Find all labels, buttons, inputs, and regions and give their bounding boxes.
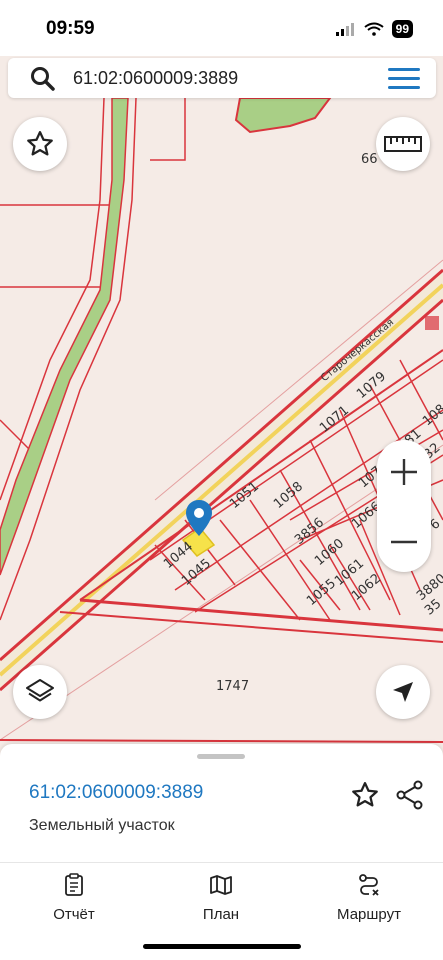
location-pin-icon[interactable] xyxy=(186,500,212,536)
parcel-info-sheet[interactable]: 61:02:0600009:3889 Земельный участок xyxy=(0,744,443,862)
zoom-in-button[interactable] xyxy=(377,442,431,502)
battery-indicator: 99 xyxy=(391,20,413,38)
route-icon xyxy=(359,874,379,896)
sheet-grabber[interactable] xyxy=(197,754,245,759)
my-location-button[interactable] xyxy=(376,665,430,719)
parcel-number[interactable]: 61:02:0600009:3889 xyxy=(29,782,203,804)
home-indicator[interactable] xyxy=(143,944,301,949)
report-icon xyxy=(65,873,83,896)
star-icon xyxy=(27,131,53,156)
parcel-type: Земельный участок xyxy=(29,817,175,834)
wifi-icon xyxy=(364,22,384,36)
map-icon xyxy=(210,875,232,895)
nav-report[interactable]: Отчёт xyxy=(14,873,134,923)
status-bar: 09:59 99 xyxy=(0,0,443,56)
nav-plan-label: План xyxy=(202,906,240,923)
layers-button[interactable] xyxy=(13,665,67,719)
zoom-out-button[interactable] xyxy=(377,512,431,572)
search-input[interactable]: 61:02:0600009:3889 xyxy=(73,68,238,89)
signal-icon xyxy=(335,23,354,36)
favorite-map-button[interactable] xyxy=(13,117,67,171)
map-canvas[interactable]: 66 1747 1079 1071 1051 1058 1044 1045 38… xyxy=(0,0,443,760)
map-label: 66 xyxy=(361,152,378,167)
zoom-controls xyxy=(377,440,431,572)
measure-button[interactable] xyxy=(376,117,430,171)
search-icon[interactable] xyxy=(30,66,56,92)
nav-route-label: Маршрут xyxy=(337,906,401,923)
minus-icon xyxy=(391,540,417,544)
navigation-arrow-icon xyxy=(393,682,413,702)
hamburger-menu-icon[interactable] xyxy=(388,68,420,90)
status-time: 09:59 xyxy=(46,18,95,39)
star-icon[interactable] xyxy=(350,780,380,810)
map-label: 1747 xyxy=(216,679,250,694)
plus-icon xyxy=(391,459,417,485)
nav-route[interactable]: Маршрут xyxy=(309,873,429,923)
nav-report-label: Отчёт xyxy=(53,906,95,923)
nav-plan[interactable]: План xyxy=(161,873,281,923)
ruler-icon xyxy=(384,136,422,152)
search-bar[interactable]: 61:02:0600009:3889 xyxy=(8,58,436,98)
layers-icon xyxy=(26,679,54,702)
share-icon[interactable] xyxy=(395,780,425,810)
